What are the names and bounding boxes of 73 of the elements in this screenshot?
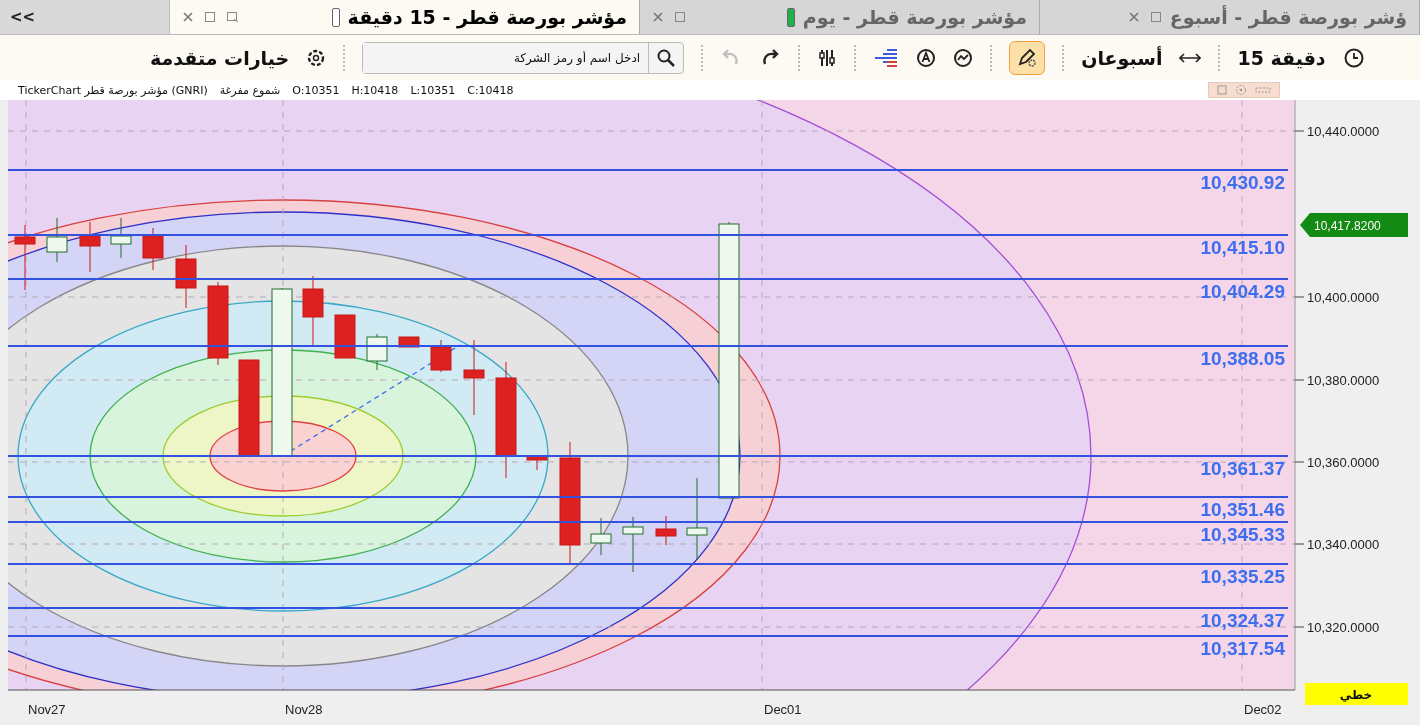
tab[interactable]: ؤشر بورصة قطر - أسبوع (1040, 0, 1420, 34)
level-label: 10,388.05 (1200, 348, 1285, 369)
advanced-options-label[interactable]: خيارات متقدمة (150, 46, 290, 69)
ohlc-value: O:10351 (292, 83, 340, 97)
chart-type-label: شموع مفرغة (219, 83, 281, 97)
level-label: 10,324.37 (1200, 610, 1285, 631)
level-label: 10,361.37 (1200, 458, 1285, 479)
ohlc-value: L:10351 (410, 83, 456, 97)
candlestick (14, 224, 36, 291)
level-label: 10,415.10 (1200, 237, 1285, 258)
candlestick (302, 275, 324, 346)
candlestick (622, 516, 644, 573)
level-label: 10,317.54 (1200, 638, 1285, 659)
last-price-tag: 10,417.8200 (1300, 213, 1408, 237)
candlestick (110, 217, 132, 259)
candlestick (79, 221, 101, 273)
candlestick (175, 244, 197, 309)
level-line[interactable] (8, 634, 1288, 638)
level-line[interactable] (8, 277, 1288, 281)
interval-label[interactable]: 15 دقيقة (1237, 46, 1326, 69)
chart-circle-icon[interactable] (953, 47, 974, 68)
level-label: 10,404.29 (1200, 281, 1285, 302)
x-axis-label: Nov27 (28, 702, 66, 717)
clock-icon[interactable] (1342, 46, 1365, 69)
candlestick (334, 314, 356, 359)
level-line[interactable] (8, 495, 1288, 499)
tab[interactable]: مؤشر بورصة قطر - 15 دقيقة (170, 0, 640, 34)
level-label: 10,430.92 (1200, 172, 1285, 193)
ohlc-value: H:10418 (351, 83, 399, 97)
level-label: 10,345.33 (1200, 524, 1285, 545)
maximize-icon[interactable] (204, 11, 216, 23)
candlestick (142, 227, 164, 271)
sliders-icon[interactable] (817, 47, 838, 68)
settings-icon[interactable] (306, 47, 327, 68)
x-axis-label: Nov28 (285, 702, 323, 717)
candlestick (655, 515, 677, 546)
bars-icon[interactable] (873, 47, 900, 68)
level-line[interactable] (8, 344, 1288, 348)
y-axis-label: 10,440.0000 (1307, 124, 1380, 139)
x-axis-label: Dec02 (1244, 702, 1282, 717)
candlestick (430, 339, 452, 373)
chart-title: TickerChart مؤشر بورصة قطر (GNRI) (18, 83, 208, 97)
ohlc-value: C:10418 (467, 83, 514, 97)
detach-icon[interactable] (226, 11, 239, 23)
scale-mode-button[interactable]: خطي (1305, 683, 1408, 705)
level-line[interactable] (8, 520, 1288, 524)
level-label: 10,351.46 (1200, 499, 1285, 520)
level-line[interactable] (8, 606, 1288, 610)
y-axis-label: 10,340.0000 (1307, 537, 1380, 552)
y-axis-label: 10,360.0000 (1307, 455, 1380, 470)
pencil-gear-icon (1016, 47, 1039, 68)
y-axis-label: 10,400.0000 (1307, 290, 1380, 305)
search-icon[interactable] (656, 47, 677, 68)
close-icon[interactable] (652, 11, 664, 23)
y-axis-label: 10,320.0000 (1307, 620, 1380, 635)
candlestick (526, 455, 548, 471)
close-icon[interactable] (182, 11, 194, 23)
candlestick (398, 336, 420, 348)
x-axis-label: Dec01 (764, 702, 802, 717)
level-line[interactable] (8, 454, 1288, 458)
level-line[interactable] (8, 562, 1288, 566)
range-label[interactable]: أسبوعان (1081, 46, 1163, 69)
double-arrow-icon[interactable] (1179, 51, 1202, 64)
y-axis-label: 10,380.0000 (1307, 373, 1380, 388)
level-line[interactable] (8, 168, 1288, 172)
level-line[interactable] (8, 233, 1288, 237)
close-icon[interactable] (1127, 11, 1140, 23)
candlestick (366, 333, 388, 371)
level-label: 10,335.25 (1200, 566, 1285, 587)
candlestick (46, 217, 68, 263)
circled-a-icon[interactable] (916, 47, 937, 68)
candlestick (590, 517, 612, 556)
drawing-tools-button[interactable] (1009, 40, 1046, 75)
